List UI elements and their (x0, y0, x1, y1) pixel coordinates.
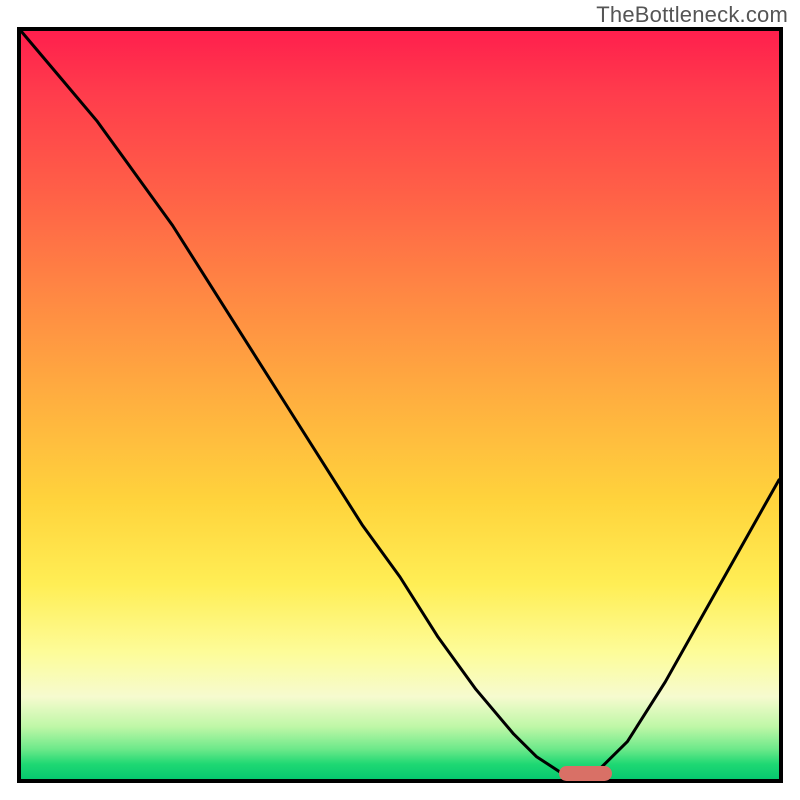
minimum-marker (559, 766, 612, 781)
watermark-label: TheBottleneck.com (596, 2, 788, 28)
bottleneck-curve (21, 31, 779, 779)
chart-container: TheBottleneck.com (0, 0, 800, 800)
plot-area (17, 27, 783, 783)
